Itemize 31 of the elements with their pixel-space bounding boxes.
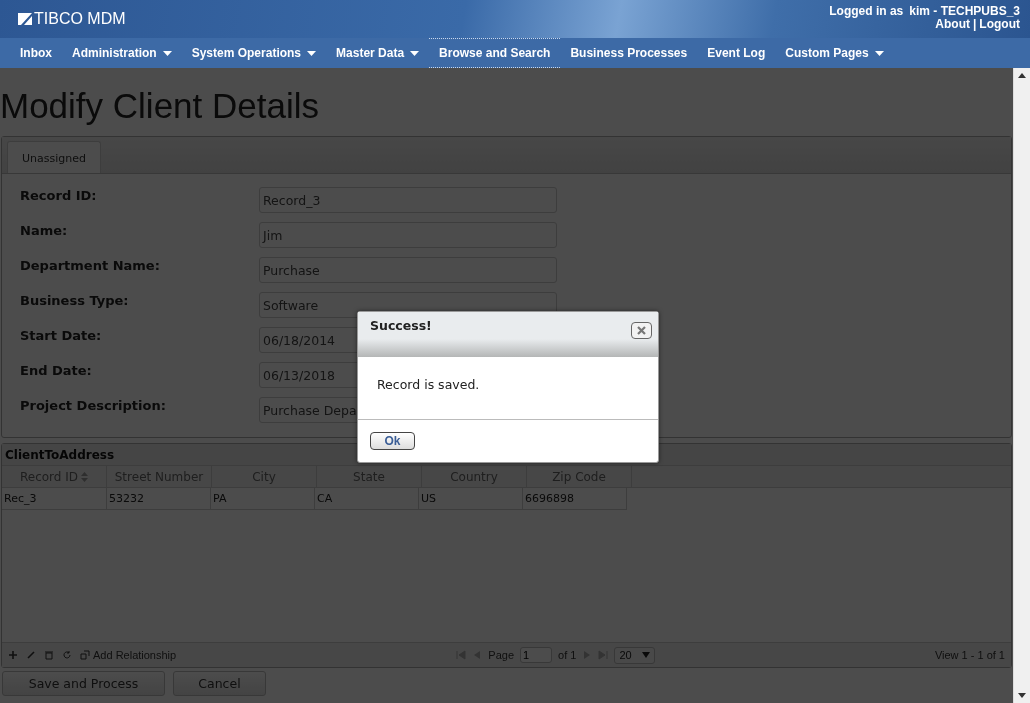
about-link[interactable]: About bbox=[935, 18, 970, 31]
close-button[interactable] bbox=[631, 322, 652, 339]
logo-text: TIBCO MDM bbox=[34, 10, 126, 28]
field-label: Department Name: bbox=[20, 257, 161, 275]
nav-item[interactable]: Master Data bbox=[326, 38, 430, 68]
nav-item[interactable]: System Operations bbox=[181, 38, 327, 68]
nav-item[interactable]: Event Log bbox=[697, 38, 776, 68]
field-label: Record ID: bbox=[20, 187, 98, 205]
dialog-title: Success! bbox=[370, 318, 432, 333]
logout-link[interactable]: Logout bbox=[979, 18, 1020, 31]
separator: | bbox=[973, 18, 977, 31]
nav-item[interactable]: Administration bbox=[62, 38, 182, 68]
field-label: Start Date: bbox=[20, 327, 103, 345]
logged-in-label: Logged in as bbox=[829, 5, 904, 18]
scroll-down-icon[interactable] bbox=[1018, 693, 1026, 698]
field-label: End Date: bbox=[20, 362, 93, 380]
nav-item[interactable]: Custom Pages bbox=[775, 38, 894, 68]
field-label: Business Type: bbox=[20, 292, 130, 310]
ok-button[interactable]: Ok bbox=[370, 432, 415, 450]
nav-item[interactable]: Business Processes bbox=[560, 38, 698, 68]
logo-icon bbox=[18, 13, 32, 25]
scrollbar[interactable] bbox=[1013, 68, 1030, 703]
dialog-message: Record is saved. bbox=[358, 357, 658, 420]
nav-item[interactable]: Inbox bbox=[10, 38, 62, 68]
page-label: Page bbox=[488, 649, 515, 661]
close-icon bbox=[637, 326, 646, 335]
scroll-up-icon[interactable] bbox=[1018, 73, 1026, 78]
field-label: Name: bbox=[20, 222, 69, 240]
field-label: Project Description: bbox=[20, 397, 167, 415]
page-title: Modify Client Details bbox=[0, 86, 320, 126]
user-name: kim - TECHPUBS_3 bbox=[909, 5, 1020, 18]
